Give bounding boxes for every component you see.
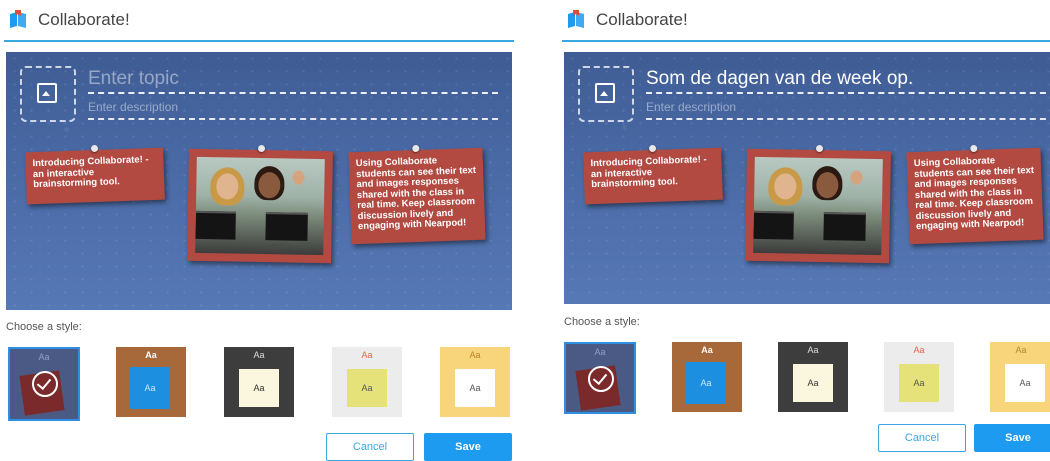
style-option-chalkboard[interactable]: Aa Aa [224, 347, 294, 417]
cancel-button[interactable]: Cancel [878, 424, 966, 452]
panel-header: Collaborate! [562, 0, 1050, 42]
choose-style-label: Choose a style: [6, 321, 82, 333]
collaborate-icon [568, 10, 584, 28]
sticky-note: Using Collaborate students can see their… [348, 144, 486, 245]
choose-style-label: Choose a style: [564, 316, 640, 328]
collaborate-icon [10, 10, 26, 28]
note-text: Using Collaborate students can see their… [913, 155, 1035, 233]
pin-icon [257, 144, 266, 153]
style-option-dark-blue[interactable]: Aa [8, 347, 80, 421]
style-sample-text: Aa [253, 350, 265, 360]
style-card: Aa [455, 369, 495, 407]
style-option-yellow[interactable]: Aa Aa [440, 347, 510, 417]
sticky-note: Introducing Collaborate! - an interactiv… [25, 144, 165, 205]
style-sample-text: Aa [38, 352, 50, 362]
image-icon [37, 83, 57, 103]
style-option-chalkboard[interactable]: Aa Aa [778, 342, 848, 412]
pin-icon [648, 144, 657, 153]
header-title: Collaborate! [596, 10, 688, 29]
collaborate-panel-left: Collaborate! Enter topic Enter descripti… [4, 0, 514, 461]
sticky-note: Introducing Collaborate! - an interactiv… [583, 144, 723, 205]
note-text: Introducing Collaborate! - an interactiv… [590, 154, 707, 191]
style-sample-text: Aa [145, 350, 157, 360]
note-text: Introducing Collaborate! - an interactiv… [32, 154, 149, 191]
style-picker: Aa Aa Aa Aa Aa Aa Aa Aa Aa [562, 342, 1050, 418]
style-sample-text: Aa [594, 347, 606, 357]
style-sample-text: Aa [469, 350, 481, 360]
image-icon [595, 83, 615, 103]
photo-note [187, 144, 333, 264]
collaborate-board: Som de dagen van de week op. Enter descr… [564, 52, 1050, 304]
style-sample-text: Aa [807, 345, 819, 355]
style-option-paper[interactable]: Aa Aa [884, 342, 954, 412]
save-button[interactable]: Save [424, 433, 512, 461]
classroom-photo [753, 156, 883, 256]
header-title: Collaborate! [38, 10, 130, 29]
description-input[interactable]: Enter description [646, 100, 1050, 120]
add-image-button[interactable] [20, 66, 76, 122]
sticky-note: Using Collaborate students can see their… [906, 144, 1044, 245]
save-button[interactable]: Save [974, 424, 1050, 452]
style-option-cork[interactable]: Aa Aa [116, 347, 186, 417]
add-image-button[interactable] [578, 66, 634, 122]
classroom-photo [195, 156, 325, 256]
style-picker: Aa Aa Aa Aa Aa Aa Aa Aa Aa [4, 347, 514, 423]
pin-icon [970, 144, 978, 153]
style-option-yellow[interactable]: Aa Aa [990, 342, 1050, 412]
style-sample-text: Aa [1015, 345, 1027, 355]
topic-input[interactable]: Enter topic [88, 68, 498, 94]
photo-note [745, 144, 891, 264]
pin-icon [412, 144, 420, 153]
pin-icon [815, 144, 824, 153]
pin-icon [90, 144, 99, 153]
style-card: Aa [239, 369, 279, 407]
style-card: Aa [130, 367, 170, 409]
collaborate-panel-right: Collaborate! Som de dagen van de week op… [562, 0, 1050, 459]
check-icon [32, 371, 58, 397]
style-sample-text: Aa [913, 345, 925, 355]
cancel-button[interactable]: Cancel [326, 433, 414, 461]
style-option-paper[interactable]: Aa Aa [332, 347, 402, 417]
style-card: Aa [793, 364, 833, 402]
style-card: Aa [347, 369, 387, 407]
style-sample-text: Aa [361, 350, 373, 360]
topic-input[interactable]: Som de dagen van de week op. [646, 68, 1050, 94]
panel-header: Collaborate! [4, 0, 514, 42]
style-sample-text: Aa [701, 345, 713, 355]
check-icon [588, 366, 614, 392]
style-option-dark-blue[interactable]: Aa [564, 342, 636, 414]
description-input[interactable]: Enter description [88, 100, 498, 120]
style-option-cork[interactable]: Aa Aa [672, 342, 742, 412]
style-card: Aa [686, 362, 726, 404]
collaborate-board: Enter topic Enter description Introducin… [6, 52, 512, 310]
style-card: Aa [899, 364, 939, 402]
style-card: Aa [1005, 364, 1045, 402]
note-text: Using Collaborate students can see their… [355, 155, 477, 233]
